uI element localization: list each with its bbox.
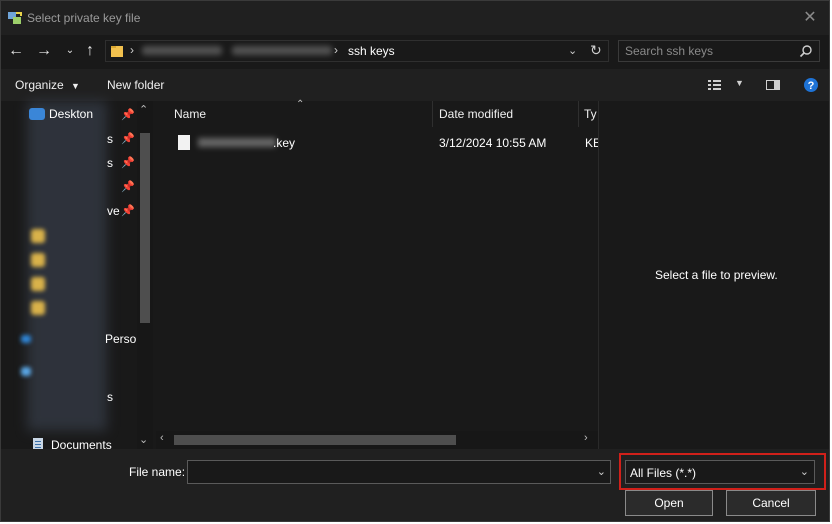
file-name-dropdown-chevron-icon[interactable]: ⌄ [597,465,606,478]
title-bar: Select private key file ✕ [1,1,829,35]
svg-text:?: ? [808,80,815,92]
nav-item-redacted[interactable]: ve 📌 [27,201,139,221]
folder-icon [111,46,123,57]
nav-item-desktop[interactable]: Deskton 📌 [27,105,139,125]
forward-arrow-icon[interactable]: → [35,41,53,61]
nav-item-label: Persor [105,332,141,346]
nav-item-label: s [107,390,113,404]
file-list: ⌃ Name Date modified Ty .key 3/12/2024 1… [156,99,601,449]
nav-item-label: ve [107,204,120,218]
file-name-redacted [198,138,276,147]
search-placeholder: Search ssh keys [625,44,714,58]
view-options-icon[interactable] [707,77,723,93]
nav-item-label: s [107,156,113,170]
chevron-down-icon: ▼ [71,81,80,91]
horizontal-scroll-thumb[interactable] [174,435,456,445]
file-list-horizontal-scrollbar[interactable]: ‹ › [156,431,598,449]
breadcrumb-separator-icon: › [130,43,134,57]
file-date-modified: 3/12/2024 10:55 AM [439,136,547,150]
nav-pane-scroll-thumb[interactable] [140,133,150,323]
close-icon[interactable]: ✕ [799,7,821,29]
column-divider[interactable] [578,101,579,127]
nav-item-label: s [107,132,113,146]
view-dropdown-chevron-icon[interactable]: ▼ [735,78,744,88]
folder-icon [31,229,45,243]
scroll-left-icon[interactable]: ‹ [160,432,164,444]
computer-icon [21,367,31,376]
column-header-type[interactable]: Ty [584,107,597,121]
organize-label: Organize [15,78,64,92]
column-header-date-modified[interactable]: Date modified [439,107,513,121]
scroll-right-icon[interactable]: › [584,432,588,444]
highlight-annotation-box [619,453,826,490]
window-title: Select private key file [27,11,141,25]
preview-pane: Select a file to preview. [598,101,829,449]
nav-item-label: Deskton [49,107,94,121]
new-folder-button[interactable]: New folder [107,78,164,92]
folder-icon [31,277,45,291]
nav-item-this-pc[interactable] [19,363,131,383]
putty-app-icon [8,12,22,24]
sort-ascending-icon: ⌃ [296,99,305,110]
refresh-icon[interactable]: ↻ [590,42,602,59]
folder-icon [31,253,45,267]
scroll-down-icon[interactable]: ⌄ [139,433,148,446]
navigation-bar: ← → ⌄ ↑ › › ssh keys ⌄ ↻ Search ssh keys [1,35,829,67]
up-arrow-icon[interactable]: ↑ [81,41,99,61]
pin-icon: 📌 [121,181,135,193]
preview-pane-icon[interactable] [765,77,781,93]
breadcrumb-separator-icon: › [334,43,338,57]
file-name-input[interactable]: ⌄ [187,460,611,484]
recent-locations-chevron-icon[interactable]: ⌄ [61,41,79,61]
address-dropdown-chevron-icon[interactable]: ⌄ [568,44,577,57]
back-arrow-icon[interactable]: ← [7,41,25,61]
navigation-pane: Deskton 📌 s 📌 s 📌 📌 ve 📌 Persor s Docume… [1,101,156,452]
file-name-label: File name: [129,465,186,479]
command-bar: Organize ▼ New folder ▼ ? [1,69,829,101]
nav-item-redacted[interactable]: s [27,387,139,407]
file-row[interactable]: .key 3/12/2024 10:55 AM KE [168,133,601,155]
file-name: .key [273,136,296,150]
nav-item-redacted[interactable]: 📌 [27,177,139,197]
help-icon[interactable]: ? [803,77,819,93]
nav-item-redacted[interactable]: s 📌 [27,153,139,173]
scroll-up-icon[interactable]: ⌃ [139,103,148,116]
column-header-name[interactable]: Name [174,107,206,121]
column-divider[interactable] [432,101,433,127]
dialog-footer: File name: ⌄ All Files (*.*) ⌄ Open Canc… [1,449,829,521]
cloud-icon [21,335,31,343]
organize-menu[interactable]: Organize ▼ [15,78,80,92]
breadcrumb-current-folder[interactable]: ssh keys [348,44,395,58]
file-icon [178,135,190,150]
pin-icon: 📌 [121,205,135,217]
desktop-icon [29,108,45,120]
pin-icon: 📌 [121,109,135,121]
search-box[interactable]: Search ssh keys [618,40,820,62]
folder-icon [31,301,45,315]
file-open-dialog: Select private key file ✕ ← → ⌄ ↑ › › ss… [0,0,830,522]
breadcrumb-redacted [232,46,332,55]
cancel-button[interactable]: Cancel [726,490,816,516]
search-icon[interactable] [799,44,813,58]
pin-icon: 📌 [121,133,135,145]
breadcrumb-redacted [142,46,222,55]
nav-item-redacted[interactable]: s 📌 [27,129,139,149]
open-button[interactable]: Open [625,490,713,516]
preview-message: Select a file to preview. [655,268,778,282]
pin-icon: 📌 [121,157,135,169]
nav-item-onedrive[interactable]: Persor [19,329,140,349]
address-bar[interactable]: › › ssh keys ⌄ ↻ [105,40,609,62]
